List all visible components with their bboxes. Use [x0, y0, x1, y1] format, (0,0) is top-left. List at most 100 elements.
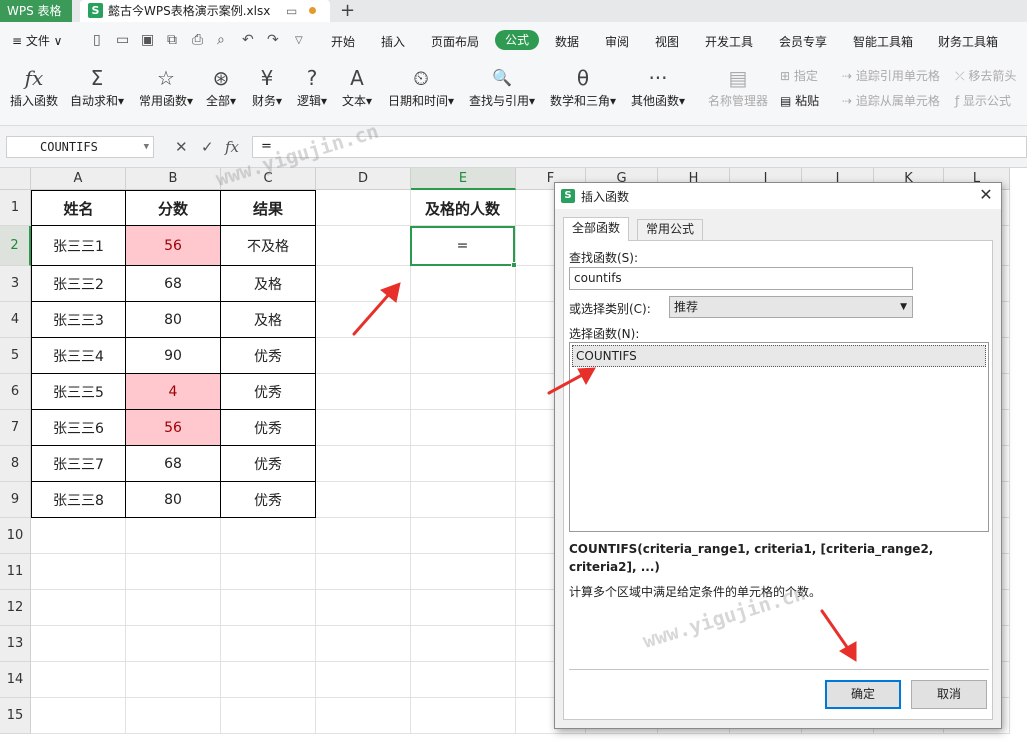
table-cell[interactable]: 张三三4	[31, 338, 126, 374]
export-icon[interactable]: ⧉	[167, 32, 177, 48]
grid-cell[interactable]	[316, 338, 411, 374]
column-header-e[interactable]: E	[411, 168, 516, 190]
table-cell[interactable]: 张三三8	[31, 482, 126, 518]
grid-cell[interactable]	[126, 590, 221, 626]
financial-button[interactable]: ¥ 财务▾	[250, 64, 284, 109]
confirm-icon[interactable]: ✓	[201, 138, 214, 156]
grid-cell[interactable]	[411, 302, 516, 338]
row-header-4[interactable]: 4	[0, 302, 31, 338]
grid-cell[interactable]	[31, 518, 126, 554]
grid-cell[interactable]	[316, 626, 411, 662]
file-menu[interactable]: ≡ 文件 ∨	[12, 32, 62, 49]
app-tab[interactable]: WPS 表格	[0, 0, 72, 22]
grid-cell[interactable]	[31, 590, 126, 626]
table-header-cell[interactable]: 结果	[221, 190, 316, 226]
table-cell[interactable]: 张三三1	[31, 226, 126, 266]
column-header-d[interactable]: D	[316, 168, 411, 190]
grid-cell[interactable]	[411, 518, 516, 554]
tab-data[interactable]: 数据	[555, 33, 579, 50]
trace-dependents-button[interactable]: ⇢ 追踪从属单元格	[842, 92, 940, 109]
table-header-cell[interactable]: 分数	[126, 190, 221, 226]
define-name-button[interactable]: ⊞ 指定	[780, 67, 818, 84]
table-cell[interactable]: 张三三2	[31, 266, 126, 302]
grid-cell[interactable]	[316, 590, 411, 626]
table-cell[interactable]: 及格	[221, 302, 316, 338]
table-cell[interactable]: 优秀	[221, 446, 316, 482]
table-cell[interactable]: 张三三5	[31, 374, 126, 410]
tab-page-layout[interactable]: 页面布局	[431, 33, 479, 50]
grid-cell[interactable]	[221, 590, 316, 626]
remove-arrows-button[interactable]: ⤫ 移去箭头	[955, 67, 1016, 84]
table-cell[interactable]: 68	[126, 446, 221, 482]
grid-cell[interactable]	[126, 698, 221, 734]
table-cell[interactable]: 不及格	[221, 226, 316, 266]
grid-cell[interactable]	[316, 226, 411, 266]
grid-cell[interactable]	[411, 662, 516, 698]
customize-icon[interactable]: ▽	[295, 35, 303, 46]
grid-cell[interactable]	[221, 662, 316, 698]
grid-cell[interactable]	[221, 554, 316, 590]
row-header-11[interactable]: 11	[0, 554, 31, 590]
fill-handle[interactable]	[511, 262, 517, 268]
grid-cell[interactable]	[126, 554, 221, 590]
name-box[interactable]: COUNTIFS ▼	[6, 136, 154, 158]
cell-e1[interactable]: 及格的人数	[410, 190, 515, 226]
name-manager-button[interactable]: ▤ 名称管理器	[707, 64, 769, 109]
table-cell[interactable]: 优秀	[221, 374, 316, 410]
print-icon[interactable]: ⎙	[192, 32, 203, 48]
function-list[interactable]: COUNTIFS	[569, 342, 989, 532]
grid-cell[interactable]	[221, 698, 316, 734]
row-header-14[interactable]: 14	[0, 662, 31, 698]
save-icon[interactable]: ▣	[141, 32, 154, 48]
table-cell[interactable]: 优秀	[221, 410, 316, 446]
fx-icon[interactable]: fx	[225, 138, 239, 156]
grid-cell[interactable]	[411, 338, 516, 374]
function-search-input[interactable]: countifs	[569, 267, 913, 290]
grid-cell[interactable]	[411, 626, 516, 662]
tab-review[interactable]: 审阅	[605, 33, 629, 50]
row-header-1[interactable]: 1	[0, 190, 31, 226]
grid-cell[interactable]	[126, 662, 221, 698]
lookup-reference-button[interactable]: 🔍 查找与引用▾	[467, 64, 537, 109]
tab-membership[interactable]: 会员专享	[779, 33, 827, 50]
datetime-button[interactable]: ⏲ 日期和时间▾	[386, 64, 456, 109]
new-doc-icon[interactable]: ▯	[93, 32, 101, 48]
tab-common-formulas[interactable]: 常用公式	[637, 219, 704, 240]
tab-view[interactable]: 视图	[655, 33, 679, 50]
insert-function-button[interactable]: fx 插入函数	[8, 64, 60, 109]
list-item[interactable]: COUNTIFS	[572, 345, 986, 367]
grid-cell[interactable]	[316, 482, 411, 518]
active-cell-e2[interactable]: =	[410, 226, 517, 268]
document-tab[interactable]: S 懿古今WPS表格演示案例.xlsx ▭	[80, 0, 330, 22]
grid-cell[interactable]	[316, 698, 411, 734]
dialog-title-bar[interactable]: S 插入函数 ✕	[555, 183, 1001, 209]
grid-cell[interactable]	[411, 266, 516, 302]
grid-cell[interactable]	[411, 482, 516, 518]
grid-cell[interactable]	[31, 626, 126, 662]
grid-cell[interactable]	[411, 446, 516, 482]
table-cell[interactable]: 56	[126, 226, 221, 266]
table-cell[interactable]: 张三三7	[31, 446, 126, 482]
tab-smart-toolbox[interactable]: 智能工具箱	[853, 33, 913, 50]
grid-cell[interactable]	[316, 518, 411, 554]
math-trig-button[interactable]: θ 数学和三角▾	[548, 64, 618, 109]
grid-cell[interactable]	[316, 554, 411, 590]
grid-cell[interactable]	[31, 554, 126, 590]
grid-cell[interactable]	[316, 302, 411, 338]
more-functions-button[interactable]: ··· 其他函数▾	[628, 64, 688, 109]
text-functions-button[interactable]: A 文本▾	[340, 64, 374, 109]
table-cell[interactable]: 优秀	[221, 482, 316, 518]
table-cell[interactable]: 张三三3	[31, 302, 126, 338]
redo-icon[interactable]: ↷	[267, 32, 279, 48]
all-functions-button[interactable]: ⊛ 全部▾	[204, 64, 238, 109]
grid-cell[interactable]	[316, 266, 411, 302]
open-folder-icon[interactable]: ▭	[116, 32, 129, 48]
grid-cell[interactable]	[316, 374, 411, 410]
row-header-2[interactable]: 2	[0, 226, 31, 266]
new-tab-button[interactable]: +	[340, 0, 355, 22]
table-cell[interactable]: 80	[126, 302, 221, 338]
common-functions-button[interactable]: ☆ 常用函数▾	[136, 64, 196, 109]
chevron-down-icon[interactable]: ▼	[144, 137, 149, 157]
ok-button[interactable]: 确定	[825, 680, 901, 709]
select-all-corner[interactable]	[0, 168, 31, 190]
